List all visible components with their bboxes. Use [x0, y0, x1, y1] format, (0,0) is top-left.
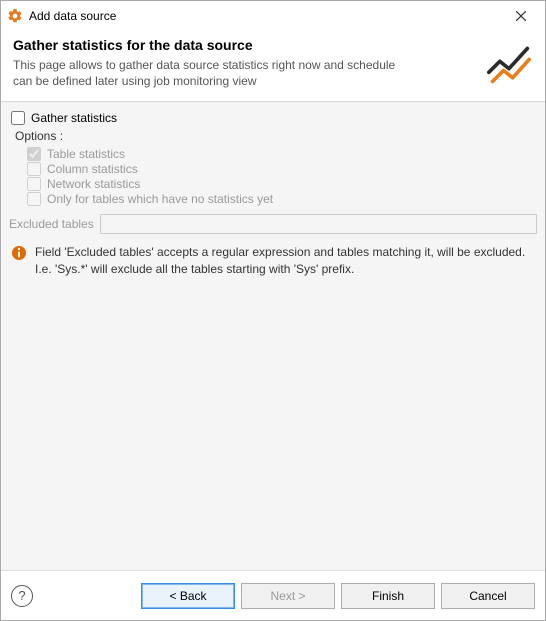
table-statistics-label: Table statistics: [47, 147, 125, 161]
info-icon: [11, 245, 27, 261]
back-button[interactable]: < Back: [141, 583, 235, 609]
excluded-tables-label: Excluded tables: [9, 217, 94, 231]
options-label: Options :: [15, 129, 537, 143]
gather-statistics-checkbox[interactable]: [11, 111, 25, 125]
network-statistics-checkbox: [27, 177, 41, 191]
wizard-content: Gather statistics Options : Table statis…: [1, 102, 545, 570]
gather-statistics-label: Gather statistics: [31, 111, 117, 125]
page-description: This page allows to gather data source s…: [13, 57, 413, 89]
only-no-stats-label: Only for tables which have no statistics…: [47, 192, 273, 206]
finish-button[interactable]: Finish: [341, 583, 435, 609]
page-title: Gather statistics for the data source: [13, 37, 533, 53]
gear-icon: [7, 8, 23, 24]
column-statistics-label: Column statistics: [47, 162, 138, 176]
chart-line-icon: [487, 43, 531, 87]
titlebar: Add data source: [1, 1, 545, 31]
close-button[interactable]: [501, 2, 541, 30]
button-bar: ? < Back Next > Finish Cancel: [1, 570, 545, 620]
wizard-header: Gather statistics for the data source Th…: [1, 31, 545, 102]
next-button: Next >: [241, 583, 335, 609]
cancel-button[interactable]: Cancel: [441, 583, 535, 609]
table-statistics-checkbox: [27, 147, 41, 161]
network-statistics-label: Network statistics: [47, 177, 140, 191]
excluded-tables-input: [100, 214, 537, 234]
info-text: Field 'Excluded tables' accepts a regula…: [35, 244, 537, 276]
column-statistics-checkbox: [27, 162, 41, 176]
gather-statistics-row: Gather statistics: [9, 111, 537, 125]
help-button[interactable]: ?: [11, 585, 33, 607]
window-title: Add data source: [29, 9, 501, 23]
only-no-stats-checkbox: [27, 192, 41, 206]
